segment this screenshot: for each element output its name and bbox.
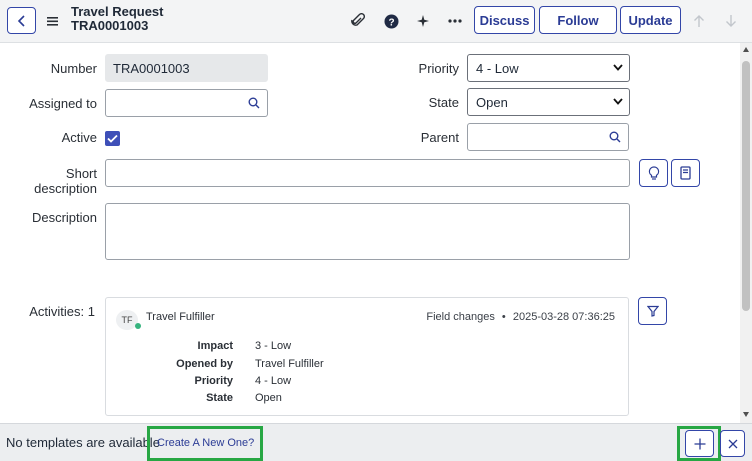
change-value-state: Open xyxy=(255,392,282,404)
change-value-impact: 3 - Low xyxy=(255,340,292,352)
record-number: TRA0001003 xyxy=(71,18,149,33)
record-title: Travel Request TRA0001003 xyxy=(71,5,164,33)
short-description-label-line1: Short xyxy=(65,166,97,181)
book-icon xyxy=(680,166,691,180)
activity-entry: TF Travel Fulfiller Field changes • 2025… xyxy=(105,297,629,416)
activity-separator: • xyxy=(501,311,506,323)
record-type: Travel Request xyxy=(71,4,164,19)
sparkle-icon[interactable] xyxy=(413,11,433,31)
follow-button[interactable]: Follow xyxy=(539,6,617,34)
arrow-up-icon[interactable] xyxy=(689,11,709,31)
state-label: State xyxy=(428,95,459,110)
priority-label: Priority xyxy=(418,61,459,76)
parent-field[interactable] xyxy=(467,123,602,151)
help-icon[interactable]: ? xyxy=(381,11,401,31)
form-scrollbar[interactable] xyxy=(740,43,752,423)
activity-meta: Field changes • 2025-03-28 07:36:25 xyxy=(426,311,615,323)
presence-dot xyxy=(135,323,141,329)
create-template-link[interactable]: Create A New One? xyxy=(157,437,254,449)
update-button[interactable]: Update xyxy=(620,6,681,34)
back-button[interactable] xyxy=(7,7,36,34)
knowledge-button[interactable] xyxy=(671,159,700,187)
activities-label: Activities: 1 xyxy=(29,304,95,319)
more-icon[interactable] xyxy=(445,11,465,31)
close-template-bar-button[interactable] xyxy=(720,430,745,457)
scroll-down-icon[interactable] xyxy=(743,412,749,417)
filter-icon xyxy=(646,305,659,317)
discuss-button[interactable]: Discuss xyxy=(474,6,535,34)
priority-select[interactable]: 4 - Low xyxy=(467,54,630,82)
lightbulb-icon xyxy=(648,165,659,180)
description-label: Description xyxy=(31,210,97,225)
svg-text:?: ? xyxy=(388,17,394,28)
change-field-opened-by: Opened by xyxy=(176,358,233,370)
activity-type: Field changes xyxy=(426,311,495,323)
attachment-icon[interactable] xyxy=(348,11,368,31)
parent-lookup-button[interactable] xyxy=(601,123,629,151)
change-value-opened-by: Travel Fulfiller xyxy=(255,358,324,370)
activity-filter-button[interactable] xyxy=(638,297,667,325)
change-value-priority: 4 - Low xyxy=(255,375,292,387)
scroll-up-icon[interactable] xyxy=(743,47,749,52)
suggestion-button[interactable] xyxy=(639,159,668,187)
assigned-to-label: Assigned to xyxy=(29,96,97,111)
search-icon xyxy=(248,97,259,109)
short-description-label: Short description xyxy=(10,166,97,196)
short-description-field[interactable] xyxy=(105,159,630,187)
short-description-label-line2: description xyxy=(34,181,97,196)
description-field[interactable] xyxy=(105,203,630,260)
state-select[interactable]: Open xyxy=(467,88,630,116)
change-field-priority: Priority xyxy=(194,375,233,387)
form-header: Travel Request TRA0001003 ? Discuss Foll… xyxy=(0,0,752,43)
activity-user: Travel Fulfiller xyxy=(146,311,215,323)
state-value: Open xyxy=(476,94,508,110)
chevron-down-icon xyxy=(613,98,623,105)
priority-value: 4 - Low xyxy=(476,60,519,76)
active-checkbox[interactable] xyxy=(105,131,120,146)
parent-label: Parent xyxy=(420,130,459,145)
arrow-down-icon[interactable] xyxy=(721,11,741,31)
assigned-to-field[interactable] xyxy=(105,89,241,117)
plus-icon xyxy=(694,438,705,449)
checkmark-icon xyxy=(107,134,118,143)
number-label: Number xyxy=(50,61,97,76)
chevron-down-icon xyxy=(613,64,623,71)
change-field-impact: Impact xyxy=(197,340,233,352)
back-icon xyxy=(17,14,25,27)
menu-icon[interactable] xyxy=(47,14,59,28)
close-icon xyxy=(728,439,737,448)
change-field-state: State xyxy=(206,392,233,404)
active-label: Active xyxy=(61,130,97,145)
scroll-thumb[interactable] xyxy=(742,61,750,311)
assigned-to-lookup-button[interactable] xyxy=(240,89,268,117)
search-icon xyxy=(609,131,620,143)
add-template-button[interactable] xyxy=(685,430,714,457)
no-templates-message: No templates are available xyxy=(6,435,160,450)
template-bar: No templates are available Create A New … xyxy=(0,423,752,461)
activity-timestamp: 2025-03-28 07:36:25 xyxy=(512,311,615,323)
number-field[interactable] xyxy=(105,54,268,82)
